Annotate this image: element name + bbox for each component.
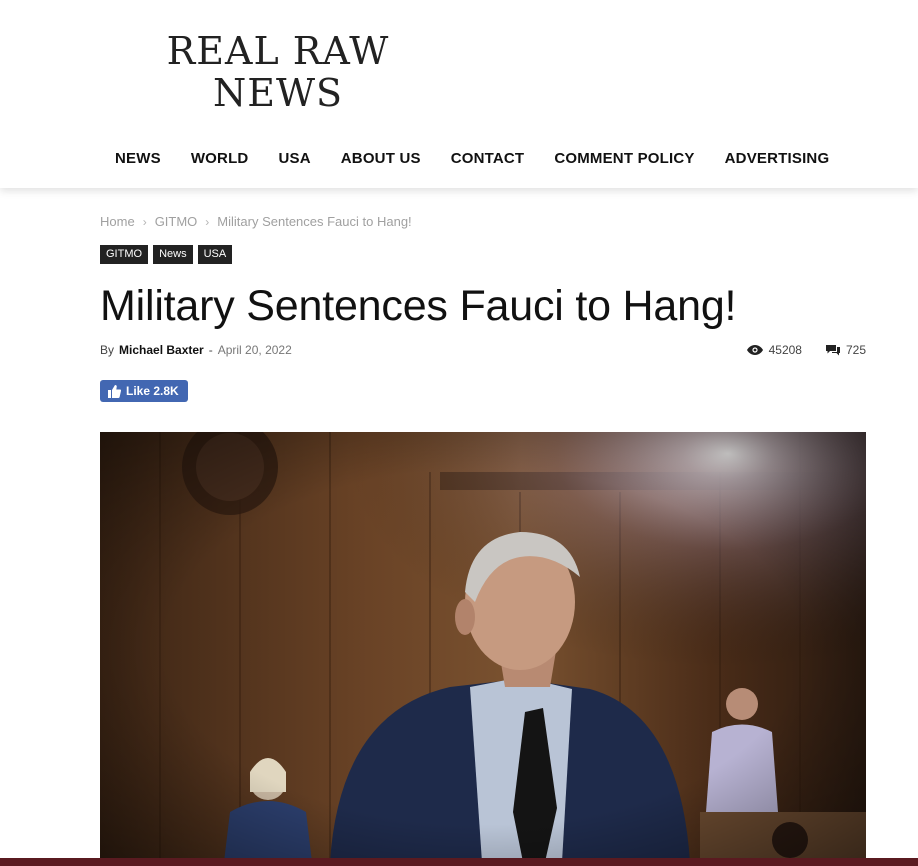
breadcrumb-separator: › xyxy=(205,214,210,229)
thumbs-up-icon xyxy=(108,384,121,398)
breadcrumb-separator: › xyxy=(142,214,147,229)
featured-photo xyxy=(100,432,866,862)
tag-news[interactable]: News xyxy=(153,245,193,264)
tag-usa[interactable]: USA xyxy=(197,245,233,264)
article-meta: By Michael Baxter - April 20, 2022 xyxy=(100,343,292,357)
nav-contact[interactable]: CONTACT xyxy=(436,150,540,167)
logo-line-1: REAL RAW xyxy=(166,29,390,73)
featured-image[interactable] xyxy=(100,432,866,862)
eye-icon xyxy=(746,345,763,355)
like-label: Like 2.8K xyxy=(126,384,179,398)
breadcrumb-current: Military Sentences Fauci to Hang! xyxy=(217,214,412,229)
category-tags: GITMO News USA xyxy=(100,245,233,264)
nav-world[interactable]: WORLD xyxy=(176,150,264,167)
bottom-bar xyxy=(0,858,918,866)
meta-dash: - xyxy=(208,343,213,357)
comments-stat[interactable]: 725 xyxy=(825,343,866,357)
nav-usa[interactable]: USA xyxy=(263,150,325,167)
breadcrumb-home[interactable]: Home xyxy=(100,214,135,229)
views-stat: 45208 xyxy=(746,343,802,357)
views-count: 45208 xyxy=(768,343,802,357)
logo-line-2: NEWS xyxy=(212,71,344,115)
article-stats: 45208 725 xyxy=(746,343,866,357)
author-link[interactable]: Michael Baxter xyxy=(119,343,204,357)
tag-gitmo[interactable]: GITMO xyxy=(100,245,149,264)
nav-advertising[interactable]: ADVERTISING xyxy=(710,150,845,167)
site-logo[interactable]: REAL RAW NEWS xyxy=(160,32,396,112)
nav-comment-policy[interactable]: COMMENT POLICY xyxy=(539,150,709,167)
comment-icon xyxy=(825,344,840,355)
article-title: Military Sentences Fauci to Hang! xyxy=(100,282,737,330)
breadcrumb-category[interactable]: GITMO xyxy=(155,214,198,229)
by-label: By xyxy=(100,343,115,357)
main-nav: NEWS WORLD USA ABOUT US CONTACT COMMENT … xyxy=(100,150,844,167)
comments-count: 725 xyxy=(845,343,866,357)
nav-news[interactable]: NEWS xyxy=(100,150,176,167)
nav-about-us[interactable]: ABOUT US xyxy=(326,150,436,167)
publish-date: April 20, 2022 xyxy=(217,343,292,357)
site-header: REAL RAW NEWS NEWS WORLD USA ABOUT US CO… xyxy=(0,0,918,188)
facebook-like-button[interactable]: Like 2.8K xyxy=(100,380,188,402)
breadcrumb: Home › GITMO › Military Sentences Fauci … xyxy=(100,214,412,229)
